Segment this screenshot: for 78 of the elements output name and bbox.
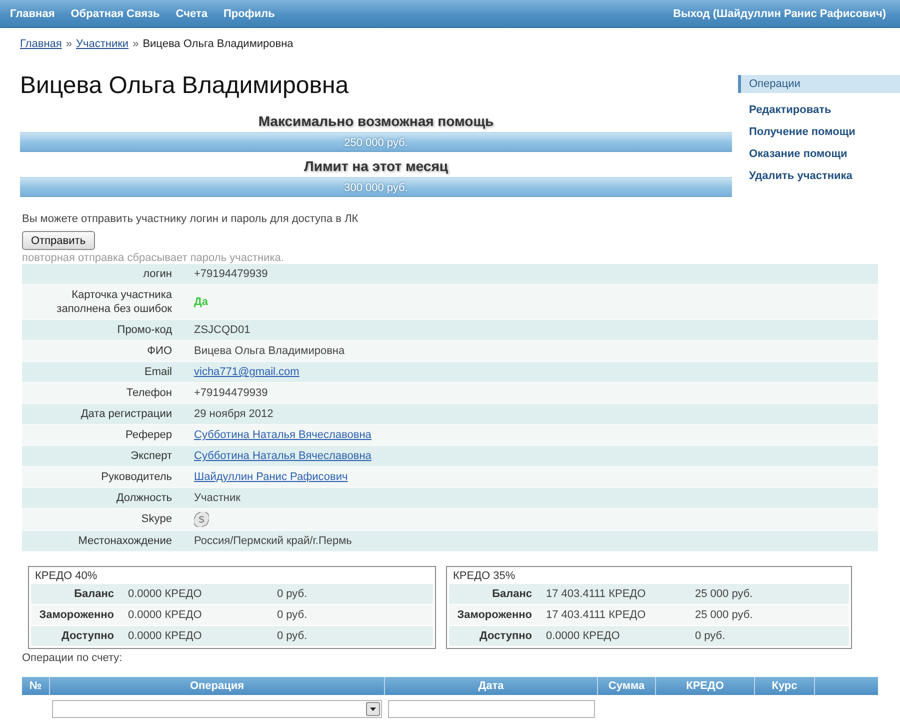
credo-amount: 0.0000 КРЕДО: [546, 630, 621, 642]
value-link[interactable]: vicha771@gmail.com: [194, 365, 300, 379]
sidebar-header: Операции: [738, 75, 900, 93]
field-label: Должность: [116, 492, 172, 504]
credo-amount: 17 403.4111 КРЕДО: [546, 609, 647, 621]
account-label: Замороженно: [456, 609, 532, 621]
sidebar-link[interactable]: Удалить участника: [738, 165, 900, 187]
field-label: Карточка участника заполнена без ошибок: [56, 289, 172, 315]
column-header[interactable]: Сумма: [598, 677, 656, 695]
value-link[interactable]: Субботина Наталья Вячеславовна: [194, 428, 372, 442]
credo-amount: 17 403.4111 КРЕДО: [546, 588, 647, 600]
rub-amount: 0 руб.: [695, 630, 726, 642]
status-value: Да: [194, 295, 208, 309]
limit-amount-bar: 250 000 руб.: [20, 132, 732, 152]
send-hint: Вы можете отправить участнику логин и пароль для доступа в ЛК: [22, 213, 360, 226]
field-label: Реферер: [126, 429, 172, 441]
logout-link[interactable]: Выход (Шайдуллин Ранис Рафисович): [665, 8, 894, 20]
field-label: Skype: [141, 513, 172, 525]
field-label: ФИО: [147, 345, 172, 357]
field-value: Вицева Ольга Владимировна: [194, 344, 345, 358]
reset-note: повторная отправка сбрасывает пароль участника.: [22, 252, 285, 264]
field-value: +79194479939: [194, 267, 268, 281]
page-title: Вицева Ольга Владимировна: [20, 72, 350, 100]
date-input-field[interactable]: [388, 700, 595, 718]
account-label: Доступно: [478, 630, 532, 642]
account-label: Баланс: [491, 588, 532, 600]
sidebar-link[interactable]: Оказание помощи: [738, 143, 900, 165]
rub-amount: 0 руб.: [277, 630, 308, 642]
operations-title: Операции по счету:: [22, 652, 124, 665]
column-header[interactable]: Дата: [385, 677, 598, 695]
field-label: логин: [143, 268, 172, 280]
column-header[interactable]: Операция: [50, 677, 385, 695]
skype-icon: [194, 512, 209, 527]
operation-select[interactable]: [52, 700, 382, 718]
value-link[interactable]: Субботина Наталья Вячеславовна: [194, 449, 372, 463]
rub-amount: 25 000 руб.: [695, 588, 753, 600]
breadcrumb-link[interactable]: Участники: [76, 37, 129, 51]
field-value: ZSJCQD01: [194, 323, 250, 337]
account-title: КРЕДО 35%: [452, 569, 516, 583]
field-label: Руководитель: [101, 471, 172, 483]
rub-amount: 0 руб.: [277, 609, 308, 621]
column-header[interactable]: Курс: [755, 677, 815, 695]
field-label: Email: [144, 366, 172, 378]
rub-amount: 25 000 руб.: [695, 609, 753, 621]
sidebar-link[interactable]: Редактировать: [738, 99, 900, 121]
nav-link[interactable]: Профиль: [215, 8, 283, 20]
breadcrumb-link[interactable]: Главная: [20, 37, 62, 51]
field-value: Россия/Пермский край/г.Пермь: [194, 534, 352, 548]
nav-link[interactable]: Обратная Связь: [62, 8, 168, 20]
column-header[interactable]: КРЕДО: [656, 677, 755, 695]
credo-amount: 0.0000 КРЕДО: [128, 588, 203, 600]
field-label: Промо-код: [117, 324, 172, 336]
value-link[interactable]: Шайдуллин Ранис Рафисович: [194, 470, 348, 484]
nav-link[interactable]: Счета: [168, 8, 216, 20]
breadcrumb-separator: »: [132, 37, 139, 51]
rub-amount: 0 руб.: [277, 588, 308, 600]
limit-heading: Максимально возможная помощь: [257, 113, 495, 129]
send-button[interactable]: Отправить: [22, 231, 95, 250]
account-label: Баланс: [73, 588, 114, 600]
credo-amount: 0.0000 КРЕДО: [128, 630, 203, 642]
limit-amount-bar: 300 000 руб.: [20, 177, 732, 197]
account-label: Замороженно: [38, 609, 114, 621]
credo-amount: 0.0000 КРЕДО: [128, 609, 203, 621]
field-label: Телефон: [126, 387, 172, 399]
field-value: Участник: [194, 491, 240, 505]
breadcrumb-separator: »: [66, 37, 72, 51]
field-label: Местонахождение: [78, 535, 172, 547]
sidebar-link[interactable]: Получение помощи: [738, 121, 900, 143]
account-label: Доступно: [60, 630, 114, 642]
field-label: Дата регистрации: [80, 408, 172, 420]
account-title: КРЕДО 40%: [34, 569, 98, 583]
field-label: Эксперт: [130, 450, 172, 462]
field-value: +79194479939: [194, 386, 268, 400]
limit-heading: Лимит на этот месяц: [303, 158, 449, 174]
nav-link[interactable]: Главная: [2, 8, 63, 20]
breadcrumb-current: Вицева Ольга Владимировна: [142, 37, 294, 51]
field-value: 29 ноября 2012: [194, 407, 274, 421]
column-header[interactable]: №: [22, 677, 50, 695]
